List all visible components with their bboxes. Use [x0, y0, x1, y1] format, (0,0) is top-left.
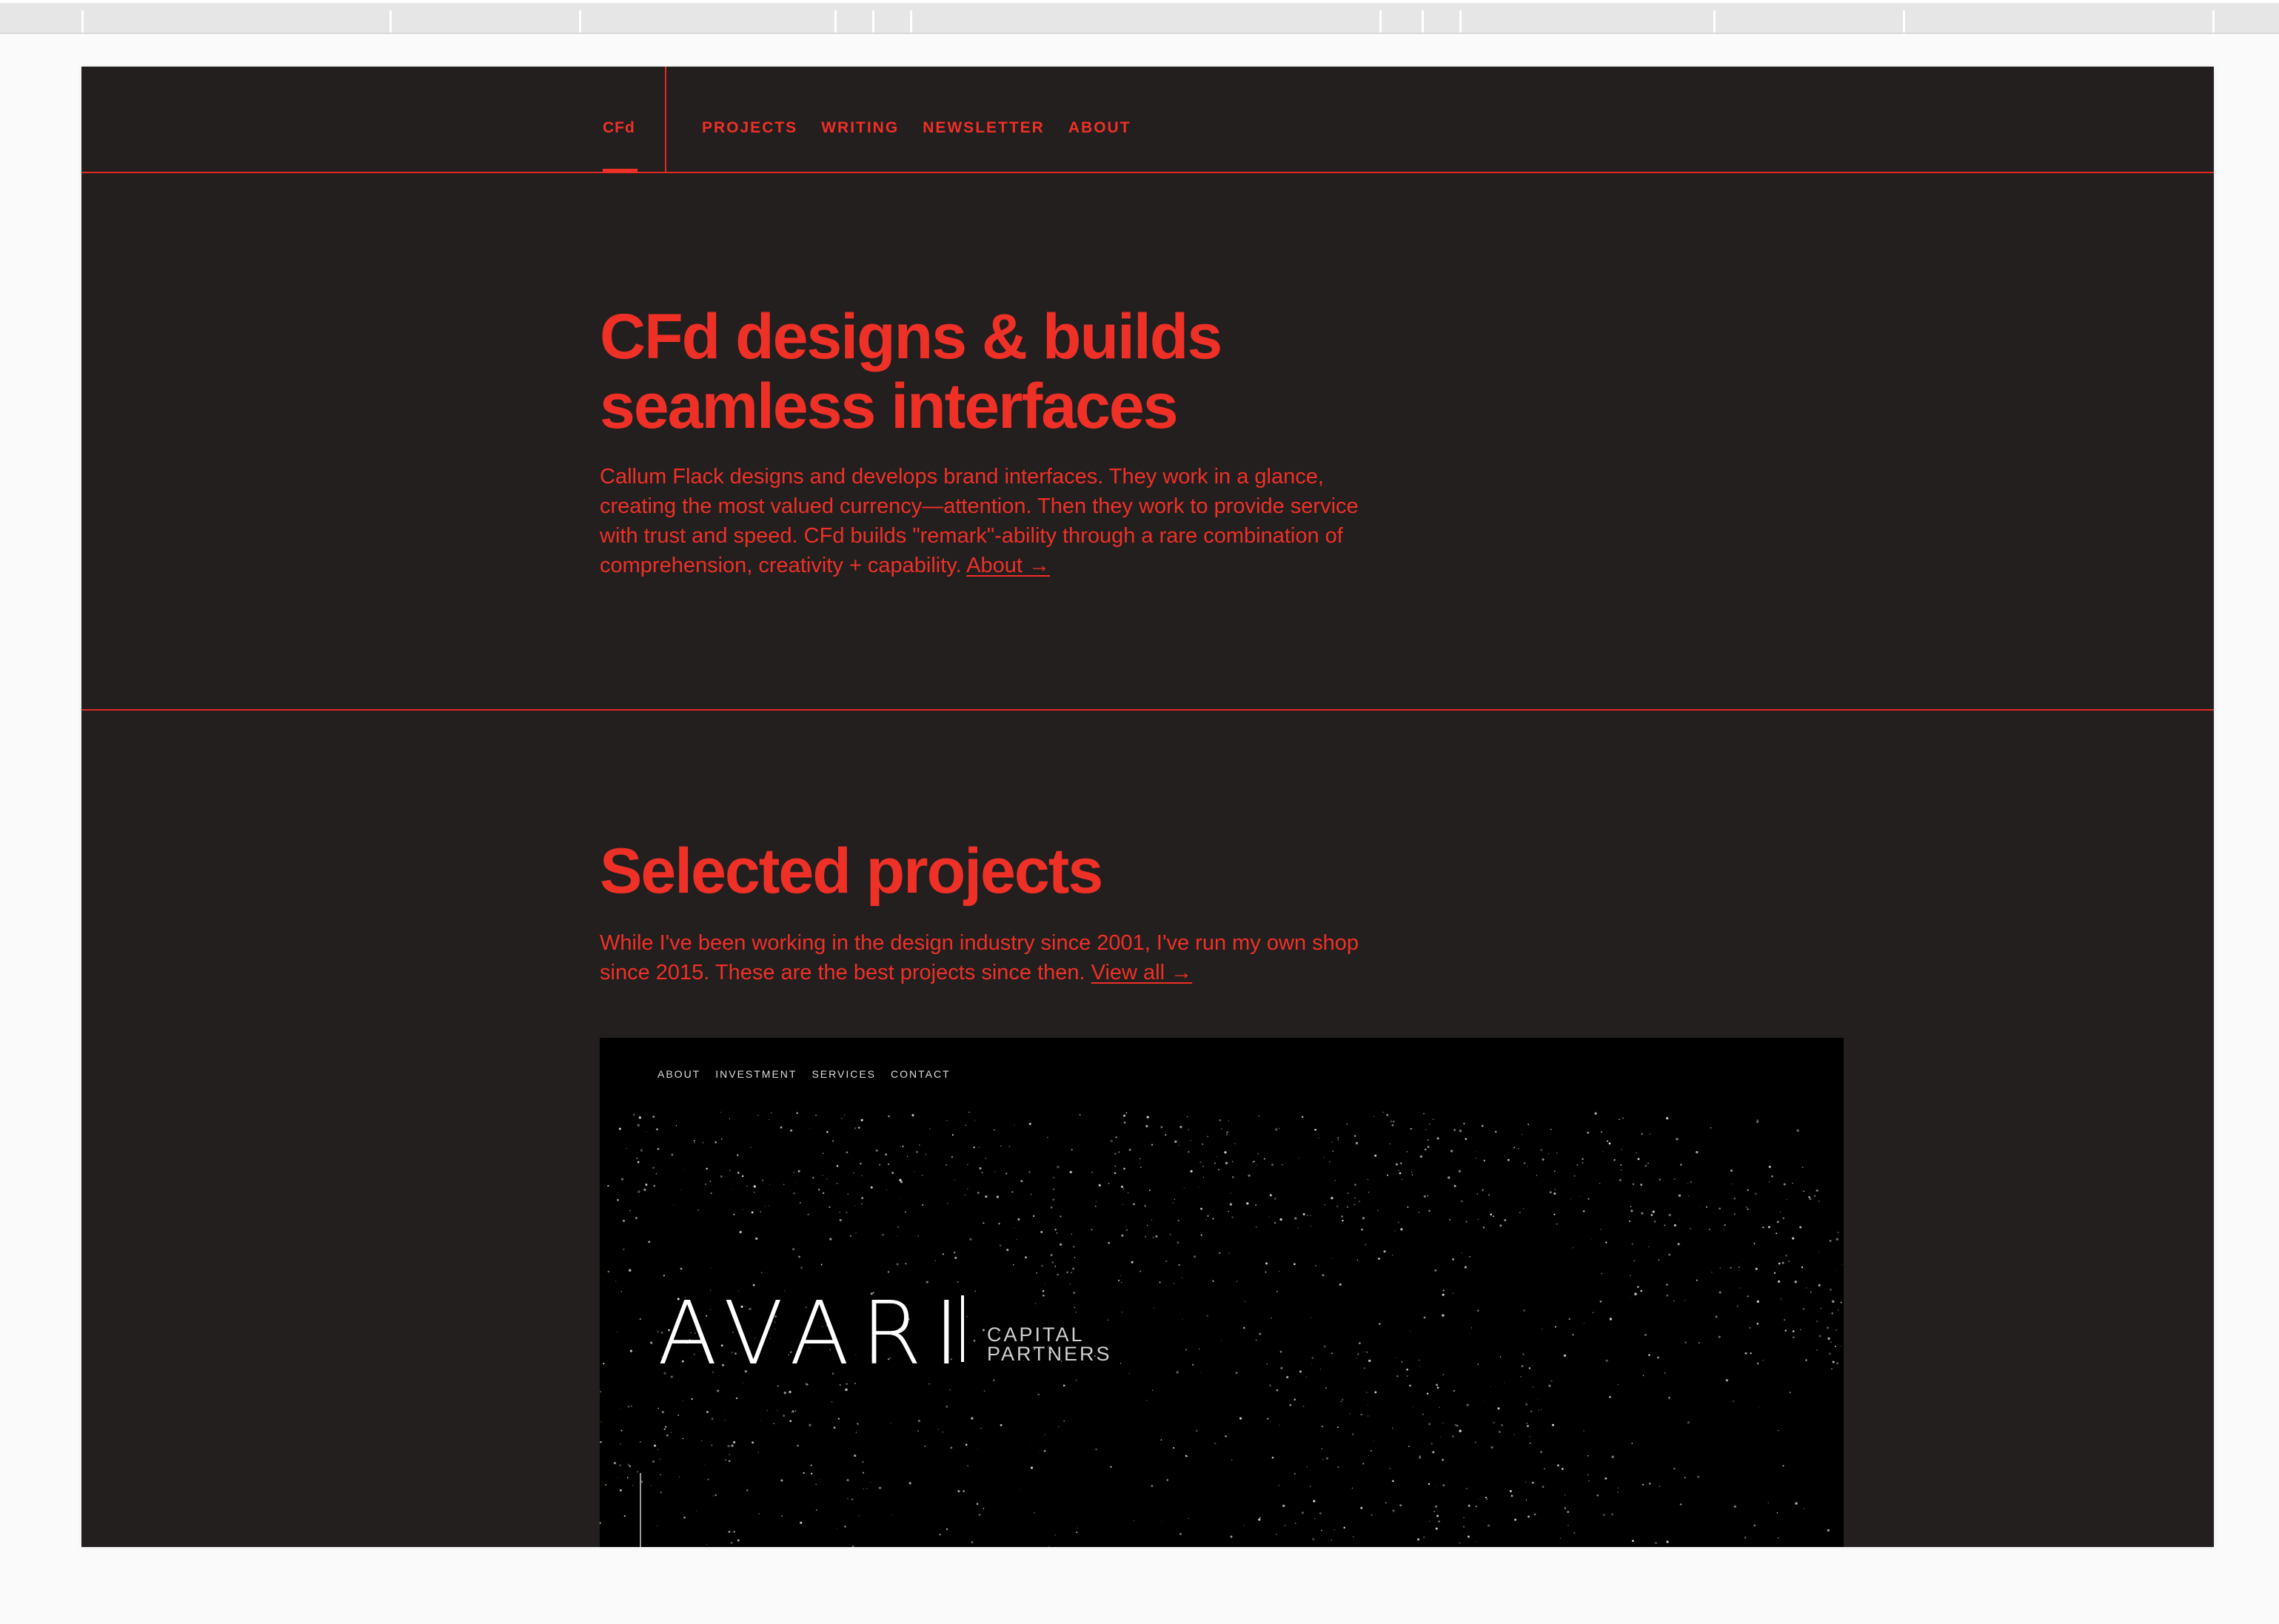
nav-divider	[665, 67, 666, 173]
avari-logo: AVARI	[657, 1282, 971, 1384]
preview-nav-about: ABOUT	[657, 1068, 701, 1080]
browser-ruler	[0, 0, 2279, 36]
site-page: CFd PROJECTS WRITING NEWSLETTER ABOUT CF…	[81, 67, 2214, 1547]
projects-description: While I've been working in the design in…	[600, 928, 1392, 987]
avari-sub-partners: PARTNERS	[987, 1343, 1112, 1365]
preview-nav: ABOUT INVESTMENT SERVICES CONTACT	[657, 1069, 951, 1079]
ruler-tick	[910, 10, 912, 36]
preview-scroll-indicator	[640, 1473, 641, 1547]
hero-title-line-2: seamless interfaces	[600, 371, 1179, 442]
ruler-tick	[389, 10, 392, 36]
hero-title-line-1: CFd designs & builds	[600, 301, 1222, 372]
ruler-tick	[1379, 10, 1382, 36]
top-nav: CFd PROJECTS WRITING NEWSLETTER ABOUT	[81, 67, 2214, 173]
nav-link-newsletter[interactable]: NEWSLETTER	[923, 120, 1045, 135]
hero-description: Callum Flack designs and develops brand …	[600, 462, 1392, 580]
ruler-tick	[1422, 10, 1424, 36]
ruler-tick	[81, 10, 84, 36]
nav-link-projects[interactable]: PROJECTS	[702, 120, 797, 135]
ruler-border	[0, 33, 2279, 34]
ruler-tick	[2212, 10, 2215, 36]
nav-active-indicator	[603, 169, 637, 172]
nav-brand-link[interactable]: CFd	[603, 120, 635, 135]
view-all-link[interactable]: View all →	[1091, 961, 1192, 984]
nav-link-writing[interactable]: WRITING	[821, 120, 899, 135]
section-divider	[81, 709, 2214, 711]
avari-sub-capital: CAPITAL	[987, 1323, 1085, 1346]
ruler-tick	[1459, 10, 1462, 36]
ruler-tick	[834, 10, 837, 36]
ruler-tick	[579, 10, 581, 36]
preview-nav-contact: CONTACT	[891, 1068, 951, 1080]
projects-body: While I've been working in the design in…	[600, 931, 1359, 984]
preview-nav-services: SERVICES	[811, 1068, 877, 1080]
nav-link-about[interactable]: ABOUT	[1068, 120, 1131, 135]
ruler-tick	[1903, 10, 1905, 36]
project-preview-avari[interactable]: ABOUT INVESTMENT SERVICES CONTACT AVARI …	[600, 1038, 1844, 1547]
about-link[interactable]: About →	[966, 554, 1050, 577]
preview-nav-investment: INVESTMENT	[715, 1068, 797, 1080]
ruler-tick	[1713, 10, 1716, 36]
ruler-tick	[872, 10, 874, 36]
avari-logo-subtitle: CAPITAL PARTNERS	[987, 1323, 1112, 1365]
hero-title: CFd designs & builds seamless interfaces	[600, 302, 1488, 441]
nav-links: PROJECTS WRITING NEWSLETTER ABOUT	[702, 120, 1131, 135]
projects-title: Selected projects	[600, 836, 1103, 907]
avari-logo-divider	[961, 1295, 964, 1362]
